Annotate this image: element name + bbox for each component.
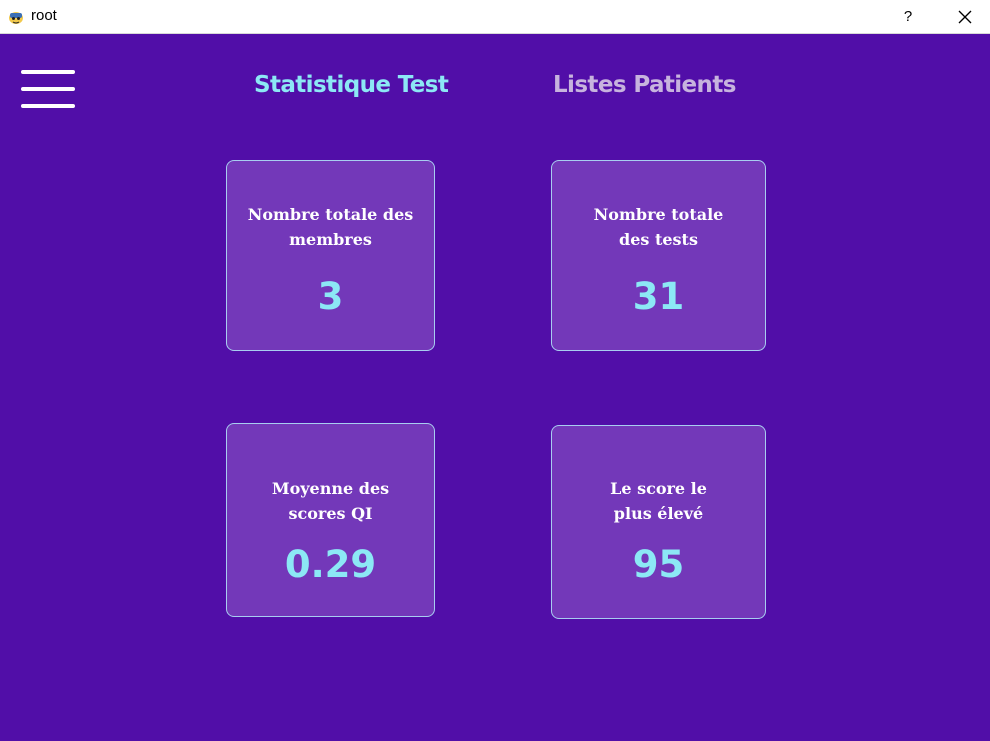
tab-listes-patients[interactable]: Listes Patients [553,72,736,98]
stat-card-value: 31 [632,275,685,318]
stat-card-total-members: Nombre totale des membres 3 [226,160,435,351]
python-feather-icon [9,12,23,24]
stat-card-average-iq: Moyenne des scores QI 0.29 [226,423,435,617]
stat-card-label: Nombre totale des membres [247,205,414,249]
window-title: root [31,7,57,24]
tab-statistique-test[interactable]: Statistique Test [254,72,449,98]
stat-card-value: 0.29 [284,543,377,586]
stat-card-label: Le score le plus élevé [610,479,707,523]
stat-card-total-tests: Nombre totale des tests 31 [551,160,766,351]
window-titlebar: root ? [0,0,990,34]
hamburger-menu-button[interactable] [21,70,75,110]
stat-card-value: 3 [317,275,344,318]
hamburger-menu-icon-bar [21,104,75,108]
hamburger-menu-icon-bar [21,87,75,91]
close-icon [958,10,972,24]
hamburger-menu-icon [21,70,75,74]
stat-card-label: Nombre totale des tests [593,205,724,249]
close-button[interactable] [950,4,980,30]
dashboard-main: Statistique Test Listes Patients Nombre … [0,34,990,741]
stat-card-label: Moyenne des scores QI [271,479,390,523]
stat-card-value: 95 [632,543,685,586]
stat-card-highest-score: Le score le plus élevé 95 [551,425,766,619]
help-button[interactable]: ? [894,4,922,30]
